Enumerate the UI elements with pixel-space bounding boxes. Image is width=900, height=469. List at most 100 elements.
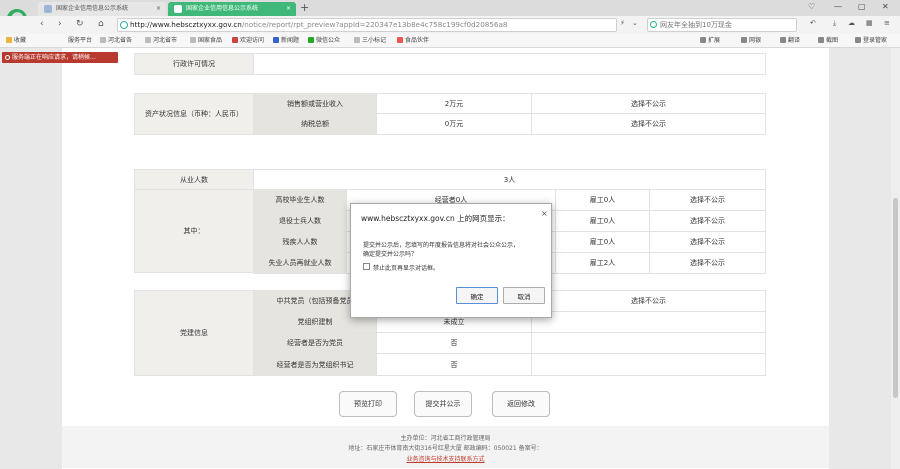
party-section-label: 党建信息: [134, 290, 254, 376]
veterans-label: 退役士兵人数: [253, 210, 347, 232]
page-icon: [190, 37, 196, 43]
party-members-status: 选择不公示: [531, 290, 766, 312]
graduates-label: 高校毕业生人数: [253, 189, 347, 211]
sales-revenue-status: 选择不公示: [531, 93, 766, 114]
refresh-icon[interactable]: ↻: [76, 19, 84, 29]
close-window-button[interactable]: ✕: [882, 2, 889, 11]
home-icon[interactable]: ⌂: [98, 19, 104, 29]
disabled-worker: 雇工0人: [555, 231, 650, 253]
notification-text: 服务端正在响应请求，请稍候...: [12, 54, 96, 61]
site-security-icon: [120, 21, 128, 29]
tab-credit-system-1[interactable]: 国家企业信用信息公示系统 ×: [38, 2, 166, 16]
dialog-title: www.hebscztxyxx.gov.cn 上的网页显示：: [361, 214, 510, 223]
lightning-icon[interactable]: ⚡: [620, 19, 625, 27]
scissors-icon: [818, 37, 824, 43]
veterans-status: 选择不公示: [649, 210, 766, 232]
bookmark-item[interactable]: 收藏: [6, 34, 26, 48]
online-bank-button[interactable]: 网银: [741, 34, 761, 48]
maximize-button[interactable]: ▢: [858, 2, 866, 11]
dialog-message-line-1: 提交并公示后，您填写的年度报告信息将对社会公众公示，: [363, 242, 520, 249]
wechat-icon: [308, 37, 314, 43]
favorite-icon[interactable]: ♡: [808, 2, 815, 11]
bookmark-item[interactable]: 新闻题: [273, 34, 299, 48]
url-domain: http://www.hebscztxyxx.gov.cn: [130, 20, 242, 29]
info-icon: [5, 55, 10, 60]
owner-party-secretary-value: 否: [376, 353, 532, 376]
page-icon: [145, 37, 151, 43]
forward-icon[interactable]: ›: [58, 19, 62, 29]
address-bar[interactable]: http://www.hebscztxyxx.gov.cn/notice/rep…: [117, 18, 617, 32]
dialog-ok-button[interactable]: 确定: [456, 287, 498, 304]
login-manager-button[interactable]: 登录管家: [855, 34, 887, 48]
back-icon[interactable]: ‹: [40, 19, 44, 29]
tab-close-icon[interactable]: ×: [156, 2, 161, 16]
loading-notification: 服务端正在响应请求，请稍候...: [2, 52, 118, 63]
tax-total-value: 0万元: [376, 113, 532, 135]
scrollbar-thumb[interactable]: [893, 198, 898, 398]
page-footer: 主办单位：河北省工商行政管理局 地址：石家庄市体育南大街316号红星大厦 邮政编…: [62, 426, 829, 468]
navigation-bar: ‹ › ↻ ⌂ http://www.hebscztxyxx.gov.cn/no…: [0, 16, 900, 34]
url-path: /notice/report/rpt_preview?appId=220347e…: [241, 20, 508, 29]
dialog-close-icon[interactable]: ×: [541, 209, 548, 218]
bookmarks-bar: 收藏 服务平台 河北省各 河北省市 国家食品 欢迎访问 新闻题 微信公众 三小标…: [0, 34, 900, 48]
sales-revenue-label: 销售额或营业收入: [253, 93, 377, 114]
among-label: 其中：: [134, 189, 254, 273]
admin-license-label: 行政许可情况: [134, 53, 254, 75]
new-tab-button[interactable]: +: [300, 1, 309, 14]
page-icon: [100, 37, 106, 43]
tab-bar: 国家企业信用信息公示系统 × 国家企业信用信息公示系统 × + ♡ — ▢ ✕: [0, 0, 900, 29]
undo-icon[interactable]: ↶: [810, 19, 816, 27]
bank-icon: [741, 37, 747, 43]
bookmark-item[interactable]: 河北省市: [145, 34, 177, 48]
suppress-dialogs-checkbox[interactable]: [363, 263, 370, 270]
reemployed-worker: 雇工2人: [555, 252, 650, 274]
submit-publish-button[interactable]: 提交并公示: [414, 391, 472, 417]
bookmark-item[interactable]: 三小标记: [354, 34, 386, 48]
footer-address: 地址：石家庄市体育南大街316号红星大厦 邮政编码：050021 备案号：: [348, 445, 543, 452]
dropdown-chevron-icon[interactable]: ⌄: [632, 19, 638, 27]
sales-revenue-value: 2万元: [376, 93, 532, 114]
extensions-button[interactable]: 扩展: [700, 34, 720, 48]
dialog-cancel-button[interactable]: 取消: [503, 287, 545, 304]
admin-license-value: [253, 53, 766, 75]
suppress-dialogs-label[interactable]: 禁止此页再显示对话框。: [373, 263, 439, 272]
graduates-worker: 雇工0人: [555, 189, 650, 211]
menu-icon[interactable]: ≡: [884, 19, 890, 27]
support-contact-link[interactable]: 业务咨询与技术支持联系方式: [406, 456, 484, 463]
reemployed-label: 失业人员再就业人数: [253, 252, 347, 274]
owner-party-member-label: 经营者是否为党员: [253, 332, 377, 354]
bookmark-item[interactable]: 微信公众: [308, 34, 340, 48]
tab-label: 国家企业信用信息公示系统: [186, 5, 259, 12]
search-box[interactable]: 网友年全抽到10万现金: [647, 18, 797, 32]
minimize-button[interactable]: —: [834, 2, 842, 11]
preview-print-button[interactable]: 预览打印: [339, 391, 397, 417]
asset-section-label: 资产状况信息（币种：人民币）: [134, 93, 254, 135]
tab-credit-system-2-active[interactable]: 国家企业信用信息公示系统 ×: [168, 2, 296, 16]
tax-total-status: 选择不公示: [531, 113, 766, 135]
extensions-icon: [700, 37, 706, 43]
confirm-dialog: www.hebscztxyxx.gov.cn 上的网页显示： × 提交并公示后，…: [350, 203, 552, 318]
cloud-icon[interactable]: ☁: [848, 19, 855, 27]
tab-favicon-icon: [44, 5, 52, 13]
page-icon: [354, 37, 360, 43]
translate-button[interactable]: 翻译: [780, 34, 800, 48]
bookmark-item[interactable]: 服务平台: [68, 34, 92, 48]
star-icon: [6, 37, 12, 43]
screenshot-button[interactable]: 截图: [818, 34, 838, 48]
employee-count-label: 从业人数: [134, 169, 254, 190]
site-icon: [397, 37, 403, 43]
bookmark-item[interactable]: 国家食品: [190, 34, 222, 48]
search-engine-icon: [650, 21, 657, 28]
grid-icon[interactable]: ▦: [866, 19, 873, 27]
bookmark-item[interactable]: 河北省各: [100, 34, 132, 48]
bookmark-item[interactable]: 食品伙伴: [397, 34, 429, 48]
download-icon[interactable]: ⤓: [833, 19, 836, 28]
vertical-scrollbar[interactable]: [891, 48, 900, 469]
translate-icon: [780, 37, 786, 43]
dialog-message-line-2: 确定提交并公示吗？: [363, 251, 418, 258]
footer-host: 主办单位：河北省工商行政管理局: [400, 435, 491, 442]
search-suggestion: 网友年全抽到10万现金: [660, 21, 732, 29]
tab-close-icon[interactable]: ×: [286, 2, 291, 16]
back-edit-button[interactable]: 返回修改: [492, 391, 550, 417]
bookmark-item[interactable]: 欢迎访问: [232, 34, 264, 48]
